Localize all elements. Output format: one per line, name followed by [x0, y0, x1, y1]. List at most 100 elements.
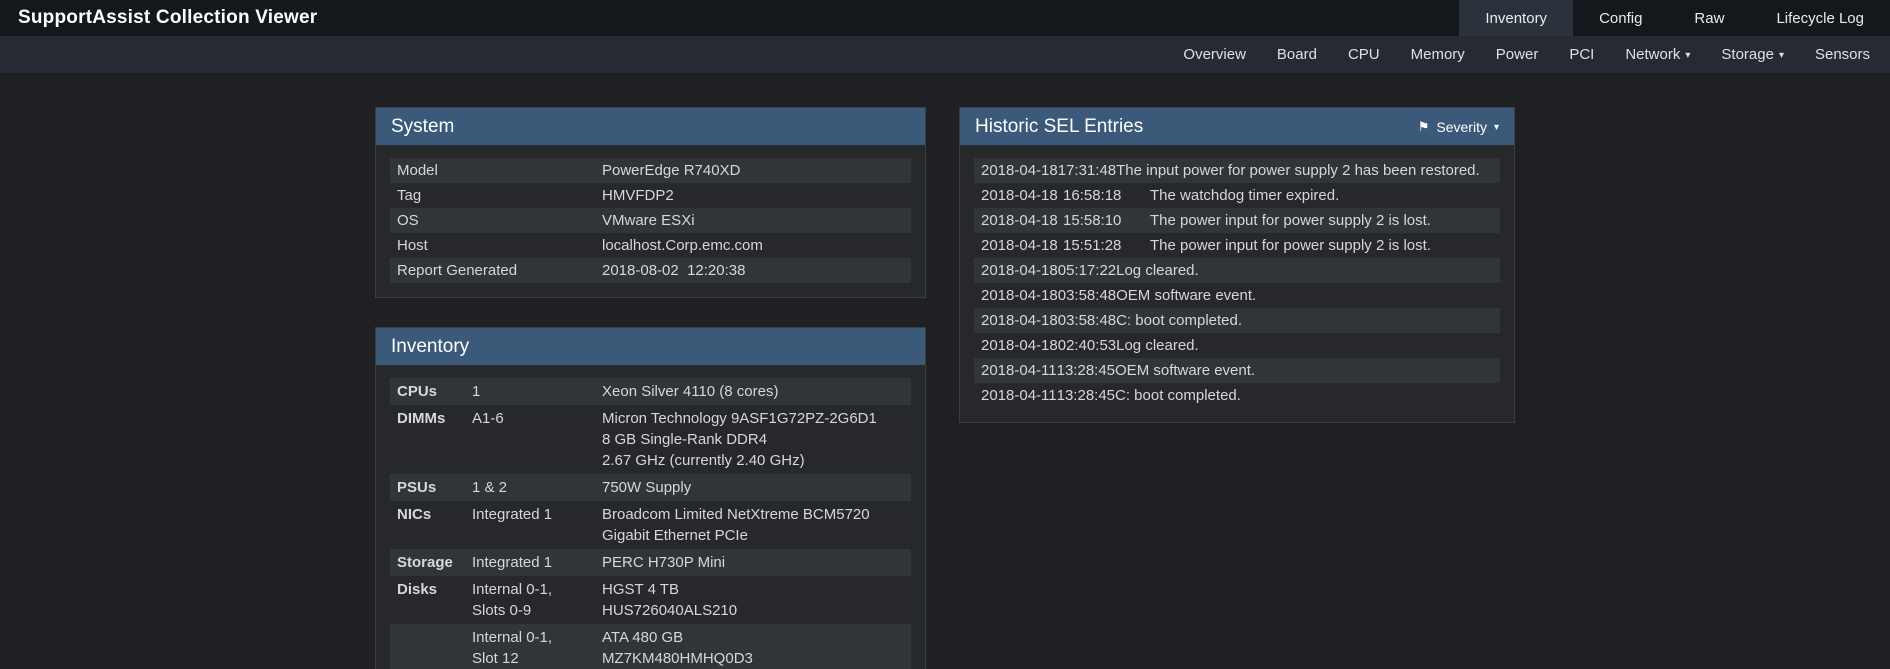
subnav-item-cpu[interactable]: CPU [1348, 46, 1380, 63]
row-value: HMVFDP2 [602, 185, 904, 206]
sel-entry-date: 2018-04-18 [981, 160, 1058, 181]
row-value: HGST 4 TB HUS726040ALS210 [602, 579, 904, 621]
sel-entry-message: The input power for power supply 2 has b… [1116, 160, 1480, 181]
sel-entry-message: OEM software event. [1116, 285, 1256, 306]
subnav-item-overview[interactable]: Overview [1183, 46, 1246, 63]
sel-entry: 2018-04-18 03:58:48 OEM software event. [974, 283, 1500, 308]
row-label: Disks [397, 579, 472, 621]
tab-config[interactable]: Config [1573, 0, 1668, 36]
sel-entry-time: 05:17:22 [1058, 260, 1116, 281]
inventory-table: CPUs 1 Xeon Silver 4110 (8 cores) DIMMs … [376, 365, 925, 669]
severity-filter-button[interactable]: ⚑ Severity ▾ [1418, 119, 1499, 135]
sel-entry: 2018-04-18 05:17:22 Log cleared. [974, 258, 1500, 283]
row-key: A1-6 [472, 408, 602, 471]
sel-entry-date: 2018-04-18 [981, 210, 1063, 231]
sel-list: 2018-04-18 17:31:48 The input power for … [960, 145, 1514, 422]
tab-lifecycle-log[interactable]: Lifecycle Log [1750, 0, 1890, 36]
row-value: VMware ESXi [602, 210, 904, 231]
tab-raw[interactable]: Raw [1668, 0, 1750, 36]
sel-entry-critical: 2018-04-18 15:51:28 The power input for … [974, 233, 1500, 258]
sel-entry-message: Log cleared. [1116, 260, 1199, 281]
sel-entry: 2018-04-11 13:28:45 C: boot completed. [974, 383, 1500, 408]
subnav-power-label: Power [1496, 46, 1539, 63]
system-table: Model PowerEdge R740XD Tag HMVFDP2 OS VM… [376, 145, 925, 297]
tab-inventory[interactable]: Inventory [1459, 0, 1573, 36]
right-column: Historic SEL Entries ⚑ Severity ▾ 2018-0… [959, 107, 1515, 423]
sel-entry-message: The power input for power supply 2 is lo… [1150, 210, 1493, 231]
row-label: Storage [397, 552, 472, 573]
panel-title: Inventory [391, 336, 469, 358]
table-row: Internal 0-1, Slot 12 ATA 480 GB MZ7KM48… [390, 624, 911, 669]
row-value: Broadcom Limited NetXtreme BCM5720 Gigab… [602, 504, 904, 546]
sel-entry: 2018-04-18 02:40:53 Log cleared. [974, 333, 1500, 358]
sel-entry-time: 13:28:45 [1057, 360, 1115, 381]
sel-panel: Historic SEL Entries ⚑ Severity ▾ 2018-0… [959, 107, 1515, 423]
subnav-pci-label: PCI [1569, 46, 1594, 63]
subnav-item-sensors[interactable]: Sensors [1815, 46, 1870, 63]
row-value: 750W Supply [602, 477, 904, 498]
sel-entry-date: 2018-04-18 [981, 185, 1063, 206]
sel-entry-time: 03:58:48 [1058, 310, 1116, 331]
sel-entry: 2018-04-18 17:31:48 The input power for … [974, 158, 1500, 183]
sel-entry-time: 03:58:48 [1058, 285, 1116, 306]
row-value: Xeon Silver 4110 (8 cores) [602, 381, 904, 402]
table-row: Tag HMVFDP2 [390, 183, 911, 208]
row-value: localhost.Corp.emc.com [602, 235, 904, 256]
row-key: Internal 0-1, Slots 0-9 [472, 579, 602, 621]
system-panel: System Model PowerEdge R740XD Tag HMVFDP… [375, 107, 926, 298]
table-row: OS VMware ESXi [390, 208, 911, 233]
row-key: Internal 0-1, Slot 12 [472, 627, 602, 669]
sel-entry-message: C: boot completed. [1115, 385, 1241, 406]
row-label: DIMMs [397, 408, 472, 471]
row-key: 1 & 2 [472, 477, 602, 498]
sel-panel-header: Historic SEL Entries ⚑ Severity ▾ [960, 108, 1514, 145]
sel-entry-date: 2018-04-18 [981, 285, 1058, 306]
severity-button-label: Severity [1436, 119, 1487, 135]
subnav-overview-label: Overview [1183, 46, 1246, 63]
inventory-panel-header: Inventory [376, 328, 925, 365]
table-row: NICs Integrated 1 Broadcom Limited NetXt… [390, 501, 911, 549]
panel-title: System [391, 116, 454, 138]
row-key: 1 [472, 381, 602, 402]
sel-entry-time: 13:28:45 [1057, 385, 1115, 406]
sel-entry-time: 15:51:28 [1063, 235, 1150, 256]
row-label: Report Generated [397, 260, 602, 281]
row-value: Micron Technology 9ASF1G72PZ-2G6D1 8 GB … [602, 408, 904, 471]
subnav-network-label: Network [1625, 46, 1680, 63]
sel-entry-message: The watchdog timer expired. [1150, 185, 1493, 206]
subnav-item-network[interactable]: Network ▾ [1625, 46, 1690, 63]
table-row: Report Generated 2018-08-02 12:20:38 [390, 258, 911, 283]
subnav-cpu-label: CPU [1348, 46, 1380, 63]
row-label: PSUs [397, 477, 472, 498]
subnav-item-memory[interactable]: Memory [1411, 46, 1465, 63]
table-row: Host localhost.Corp.emc.com [390, 233, 911, 258]
subnav-memory-label: Memory [1411, 46, 1465, 63]
table-row: PSUs 1 & 2 750W Supply [390, 474, 911, 501]
table-row: Model PowerEdge R740XD [390, 158, 911, 183]
subnav-item-power[interactable]: Power [1496, 46, 1539, 63]
sel-entry-date: 2018-04-18 [981, 260, 1058, 281]
sel-entry-critical: 2018-04-18 16:58:18 The watchdog timer e… [974, 183, 1500, 208]
inventory-panel: Inventory CPUs 1 Xeon Silver 4110 (8 cor… [375, 327, 926, 669]
subnav-item-pci[interactable]: PCI [1569, 46, 1594, 63]
sel-entry-date: 2018-04-11 [981, 360, 1057, 381]
subnav-storage-label: Storage [1721, 46, 1774, 63]
row-label [397, 627, 472, 669]
row-value: PERC H730P Mini [602, 552, 904, 573]
sel-entry-time: 16:58:18 [1063, 185, 1150, 206]
chevron-down-icon: ▾ [1494, 123, 1499, 133]
row-value: ATA 480 GB MZ7KM480HMHQ0D3 [602, 627, 904, 669]
table-row: CPUs 1 Xeon Silver 4110 (8 cores) [390, 378, 911, 405]
top-nav: Inventory Config Raw Lifecycle Log [1459, 0, 1890, 36]
subnav-item-storage[interactable]: Storage ▾ [1721, 46, 1784, 63]
subnav-item-board[interactable]: Board [1277, 46, 1317, 63]
top-bar: SupportAssist Collection Viewer Inventor… [0, 0, 1890, 36]
row-value: 2018-08-02 12:20:38 [602, 260, 904, 281]
app-title: SupportAssist Collection Viewer [0, 7, 335, 29]
main-content: System Model PowerEdge R740XD Tag HMVFDP… [0, 73, 1890, 669]
sel-entry-time: 15:58:10 [1063, 210, 1150, 231]
row-value: PowerEdge R740XD [602, 160, 904, 181]
row-label: NICs [397, 504, 472, 546]
chevron-down-icon: ▾ [1779, 51, 1784, 61]
sel-entry: 2018-04-11 13:28:45 OEM software event. [974, 358, 1500, 383]
